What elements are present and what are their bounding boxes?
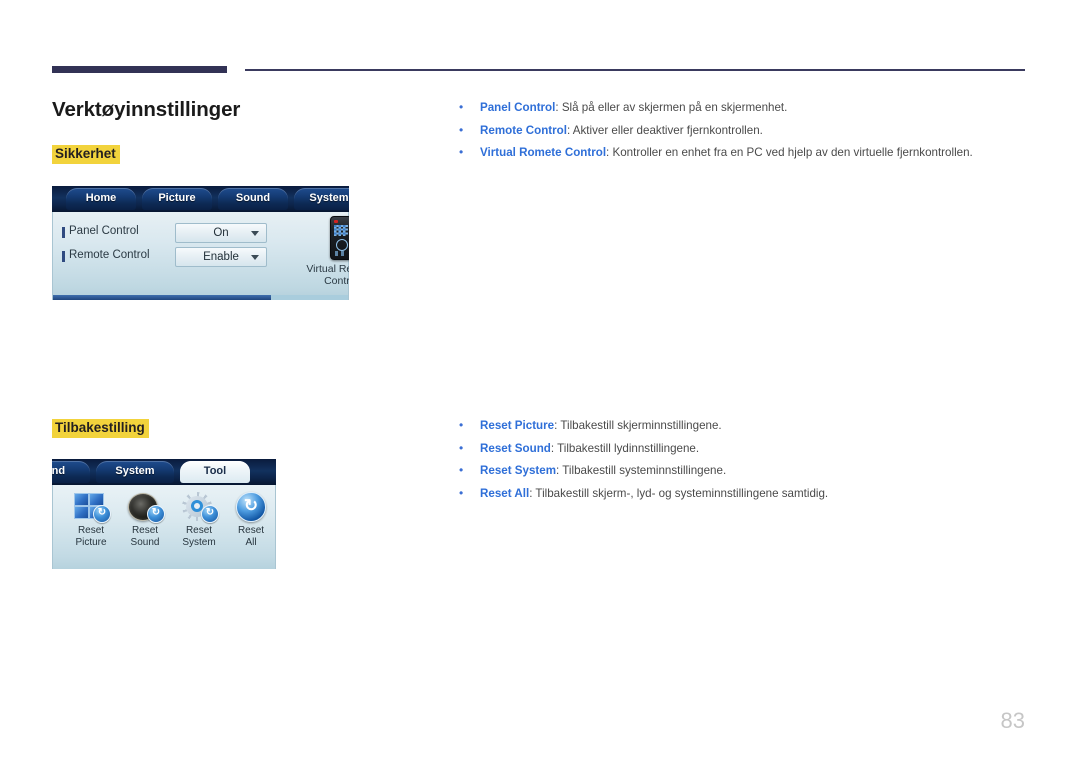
remote-lower-buttons: [335, 251, 347, 256]
osd-tab-system[interactable]: System: [96, 461, 174, 483]
bullet-list-security: Panel Control: Slå på eller av skjermen …: [456, 99, 973, 168]
osd-tab-system[interactable]: System: [294, 188, 349, 210]
header-rule-thin: [245, 69, 1025, 71]
refresh-badge-icon: ↻: [93, 505, 111, 523]
osd-virtual-remote-label-line2: Control: [324, 275, 349, 288]
bullet-item: Reset All: Tilbakestill skjerm-, lyd- og…: [456, 485, 829, 502]
chevron-down-icon: [251, 255, 259, 260]
bullet-term: Reset Picture: [480, 419, 555, 432]
osd-reset-sound[interactable]: ↻ Reset Sound: [119, 491, 171, 548]
bullet-item: Reset Picture: Tilbakestill skjerminnsti…: [456, 417, 828, 434]
osd-virtual-remote-label: Virtual Remote Control: [306, 263, 349, 288]
osd-screenshot-security: Home Picture Sound System Panel Control …: [52, 186, 349, 300]
bullet-term: Panel Control: [480, 101, 556, 114]
osd-tab-sound[interactable]: Sound: [218, 188, 288, 210]
refresh-badge-icon: ↻: [201, 505, 219, 523]
remote-power-button: [334, 220, 338, 223]
osd-dropdown-panel-control-value: On: [213, 227, 229, 239]
page-title: Verktøyinnstillinger: [52, 98, 241, 121]
osd-scrollbar-thumb: [53, 295, 272, 300]
refresh-badge-icon: ↻: [147, 505, 165, 523]
osd-dropdown-remote-control-value: Enable: [203, 251, 239, 263]
section-heading-reset: Tilbakestilling: [52, 419, 149, 439]
bullet-term: Remote Control: [480, 123, 567, 137]
osd-dropdown-panel-control[interactable]: On: [175, 223, 267, 243]
osd-tab-bar: und System Tool: [52, 459, 276, 485]
bullet-item: Panel Control: Slå på eller av skjermen …: [456, 99, 973, 116]
section-heading-security: Sikkerhet: [52, 145, 120, 165]
bullet-list-reset: Reset Picture: Tilbakestill skjerminnsti…: [456, 417, 829, 509]
osd-tab-tool[interactable]: Tool: [180, 461, 250, 483]
osd-reset-picture-label: Reset Picture: [65, 525, 117, 548]
bullet-item: Reset System: Tilbakestill systeminnstil…: [456, 462, 828, 479]
reset-picture-icon: ↻: [71, 491, 111, 523]
remote-dpad-icon: [336, 239, 348, 251]
osd-tab-bar: Home Picture Sound System: [52, 186, 349, 212]
label-line2: All: [245, 536, 257, 548]
bullet-term: Reset Sound: [480, 441, 551, 455]
osd-virtual-remote-control[interactable]: Virtual Remote Control: [306, 216, 349, 288]
osd-reset-system[interactable]: ↻ Reset System: [173, 491, 225, 548]
label-line1: Reset: [185, 525, 213, 536]
refresh-icon: ↻: [236, 492, 266, 522]
osd-tab-picture[interactable]: Picture: [142, 188, 212, 210]
osd-reset-all-label: Reset All: [225, 525, 276, 548]
bullet-item: Remote Control: Aktiver eller deaktiver …: [456, 122, 973, 139]
bullet-desc: Kontroller en enhet fra en PC ved hjelp …: [612, 146, 973, 160]
reset-all-icon: ↻: [231, 491, 271, 523]
osd-reset-picture[interactable]: ↻ Reset Picture: [65, 491, 117, 548]
header-rule-thick: [52, 66, 227, 73]
page-number: 83: [1000, 708, 1025, 733]
osd-dropdown-remote-control[interactable]: Enable: [175, 247, 267, 267]
label-line1: Reset: [237, 525, 265, 536]
label-line1: Reset: [131, 525, 159, 536]
osd-label-remote-control: Remote Control: [62, 249, 150, 262]
osd-label-panel-control: Panel Control: [62, 225, 139, 238]
bullet-desc: Tilbakestill lydinnstillingene.: [557, 441, 700, 455]
osd-reset-all[interactable]: ↻ Reset All: [225, 491, 276, 548]
osd-screenshot-reset: und System Tool ↻ Reset Picture ↻ Reset …: [52, 459, 276, 569]
reset-system-icon: ↻: [179, 491, 219, 523]
bullet-desc: Tilbakestill systeminnstillingene.: [562, 464, 727, 478]
osd-scrollbar[interactable]: [53, 295, 348, 300]
label-line2: Picture: [75, 536, 107, 548]
bullet-item: Reset Sound: Tilbakestill lydinnstilling…: [456, 440, 828, 457]
label-line1: Reset: [77, 525, 105, 536]
osd-virtual-remote-label-line1: Virtual Remote: [306, 263, 349, 275]
reset-sound-icon: ↻: [125, 491, 165, 523]
bullet-desc: Tilbakestill skjerminnstillingene.: [560, 419, 722, 432]
label-line2: System: [182, 536, 216, 548]
bullet-term: Virtual Romete Control: [480, 146, 607, 160]
osd-reset-sound-label: Reset Sound: [119, 525, 171, 548]
osd-body-reset: ↻ Reset Picture ↻ Reset Sound ↻ Reset Sy…: [52, 485, 276, 569]
remote-keypad: [334, 225, 348, 236]
bullet-term: Reset All: [480, 486, 530, 500]
bullet-desc: Aktiver eller deaktiver fjernkontrollen.: [572, 123, 763, 137]
chevron-down-icon: [251, 231, 259, 236]
osd-tab-sound-partial[interactable]: und: [52, 461, 90, 483]
remote-control-icon: [330, 216, 349, 260]
bullet-desc: Tilbakestill skjerm-, lyd- og systeminns…: [535, 486, 829, 500]
osd-body-security: Panel Control On Remote Control Enable V…: [52, 212, 349, 300]
osd-tab-home[interactable]: Home: [66, 188, 136, 210]
bullet-desc: Slå på eller av skjermen på en skjermenh…: [561, 101, 788, 114]
label-line2: Sound: [130, 536, 160, 548]
osd-reset-system-label: Reset System: [173, 525, 225, 548]
bullet-item: Virtual Romete Control: Kontroller en en…: [456, 144, 973, 161]
bullet-term: Reset System: [480, 464, 557, 478]
